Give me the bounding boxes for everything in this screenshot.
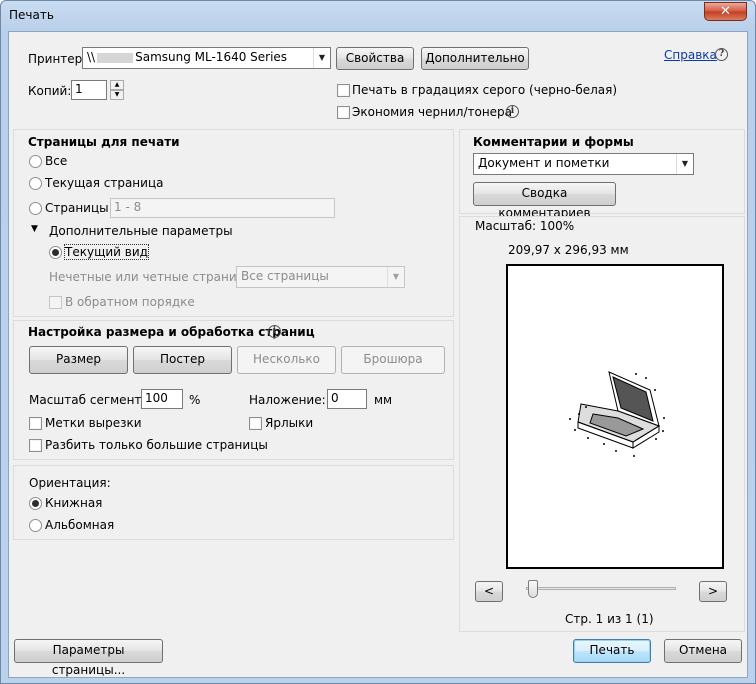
- dialog-body: Принтер: \\ Samsung ML-1640 Series ▼ Свой…: [8, 31, 748, 678]
- tile-large-label[interactable]: Разбить только большие страницы: [45, 438, 268, 452]
- advanced-button[interactable]: Дополнительно: [421, 47, 529, 70]
- comments-select[interactable]: Документ и пометки ▼: [473, 153, 694, 175]
- pages-title: Страницы для печати: [28, 135, 180, 149]
- odd-even-value: Все страницы: [241, 269, 329, 283]
- current-view-radio[interactable]: [49, 246, 62, 259]
- grayscale-label[interactable]: Печать в градациях серого (черно-белая): [352, 83, 617, 97]
- cut-marks-checkbox[interactable]: [29, 417, 42, 430]
- window-title: Печать: [9, 8, 54, 22]
- more-options-label[interactable]: Дополнительные параметры: [49, 224, 233, 238]
- landscape-radio[interactable]: [29, 519, 42, 532]
- copies-down-icon[interactable]: ▼: [110, 90, 124, 100]
- copies-label: Копий:: [28, 84, 72, 98]
- reverse-checkbox[interactable]: [49, 296, 62, 309]
- preview-dimensions: 209,97 x 296,93 мм: [508, 243, 629, 257]
- pages-range-radio[interactable]: [29, 202, 42, 215]
- copies-input[interactable]: 1: [71, 80, 107, 100]
- labels-checkbox[interactable]: [249, 417, 262, 430]
- portrait-radio[interactable]: [29, 497, 42, 510]
- overlap-label: Наложение:: [249, 393, 326, 407]
- comments-title: Комментарии и формы: [473, 135, 634, 149]
- cancel-button[interactable]: Отмена: [664, 639, 742, 663]
- page-setup-button[interactable]: Параметры страницы...: [14, 639, 163, 677]
- overlap-unit: мм: [374, 393, 393, 407]
- laptop-diagram-image: [569, 371, 665, 457]
- printer-name: Samsung ML-1640 Series: [135, 50, 288, 64]
- print-button[interactable]: Печать: [573, 639, 651, 663]
- save-ink-checkbox[interactable]: [337, 106, 350, 119]
- page-info: Стр. 1 из 1 (1): [565, 612, 654, 626]
- labels-label[interactable]: Ярлыки: [265, 416, 313, 430]
- page-slider-track[interactable]: [526, 587, 676, 590]
- preview-scale: Масштаб: 100%: [475, 219, 575, 233]
- properties-button[interactable]: Свойства: [336, 47, 414, 70]
- next-page-button[interactable]: >: [699, 581, 727, 602]
- prev-page-button[interactable]: <: [475, 581, 503, 602]
- expand-triangle-icon[interactable]: ▼: [31, 224, 38, 234]
- pages-range-input[interactable]: 1 - 8: [110, 198, 335, 218]
- tile-scale-label: Масштаб сегмента:: [29, 393, 153, 407]
- printer-prefix: \\: [87, 50, 96, 64]
- booklet-button[interactable]: Брошюра: [341, 346, 445, 374]
- portrait-label[interactable]: Книжная: [45, 496, 102, 510]
- tile-scale-unit: %: [189, 393, 201, 407]
- odd-even-select[interactable]: Все страницы ▼: [236, 266, 405, 288]
- tile-scale-input[interactable]: 100: [141, 389, 183, 409]
- pages-range-label[interactable]: Страницы: [45, 201, 109, 215]
- current-view-label[interactable]: Текущий вид: [64, 244, 149, 260]
- pages-current-label[interactable]: Текущая страница: [45, 176, 163, 190]
- printer-label: Принтер:: [28, 52, 87, 66]
- chevron-down-icon[interactable]: ▼: [387, 267, 404, 287]
- comments-value: Документ и пометки: [478, 156, 610, 170]
- save-ink-label[interactable]: Экономия чернил/тонера: [352, 105, 512, 119]
- pages-panel: [13, 129, 454, 317]
- cut-marks-label[interactable]: Метки вырезки: [45, 416, 142, 430]
- title-bar[interactable]: Печать ✕: [1, 1, 755, 31]
- print-dialog: Печать ✕ Принтер: \\ Samsung ML-1640 Seri…: [0, 0, 756, 684]
- poster-button[interactable]: Постер: [133, 346, 232, 374]
- copies-up-icon[interactable]: ▲: [110, 80, 124, 90]
- landscape-label[interactable]: Альбомная: [45, 518, 114, 532]
- size-button[interactable]: Размер: [29, 346, 128, 374]
- tile-large-checkbox[interactable]: [29, 439, 42, 452]
- odd-even-label: Нечетные или четные страницы:: [49, 270, 259, 284]
- close-button[interactable]: ✕: [704, 2, 747, 21]
- pages-all-radio[interactable]: [29, 155, 42, 168]
- info-icon[interactable]: i: [268, 325, 281, 338]
- page-slider-thumb[interactable]: [528, 580, 538, 598]
- help-link[interactable]: Справка: [664, 48, 717, 62]
- printer-select[interactable]: \\ Samsung ML-1640 Series ▼: [82, 47, 331, 69]
- reverse-label[interactable]: В обратном порядке: [65, 295, 195, 309]
- summarize-comments-button[interactable]: Сводка комментариев: [473, 182, 616, 220]
- overlap-input[interactable]: 0: [327, 389, 367, 409]
- info-icon[interactable]: i: [506, 105, 519, 118]
- multiple-button[interactable]: Несколько: [237, 346, 336, 374]
- pages-all-label[interactable]: Все: [45, 154, 67, 168]
- chevron-down-icon[interactable]: ▼: [313, 48, 330, 68]
- grayscale-checkbox[interactable]: [337, 84, 350, 97]
- printer-redacted: [97, 52, 134, 63]
- preview-page: [506, 264, 724, 569]
- chevron-down-icon[interactable]: ▼: [676, 154, 693, 174]
- pages-current-radio[interactable]: [29, 177, 42, 190]
- orientation-title: Ориентация:: [29, 476, 111, 490]
- help-icon[interactable]: ?: [715, 48, 728, 61]
